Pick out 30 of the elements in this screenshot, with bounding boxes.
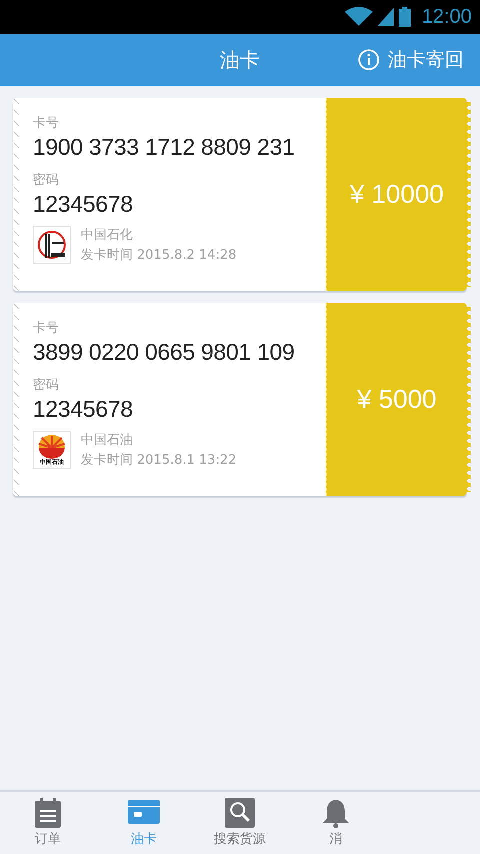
search-icon [225, 798, 255, 828]
card-amount: ¥ 10000 [350, 179, 444, 210]
card-amount: ¥ 5000 [357, 384, 437, 415]
info-icon [358, 49, 380, 71]
card-password: 12345678 [33, 396, 133, 423]
battery-icon [398, 7, 411, 27]
card-number: 3899 0220 0665 9801 109 [33, 339, 295, 366]
nav-tab[interactable]: 消 [288, 792, 384, 854]
card-password: 12345678 [33, 191, 133, 218]
nav-tab[interactable]: 油卡 [96, 792, 192, 854]
return-card-button[interactable]: 油卡寄回 [358, 34, 464, 86]
card-icon [128, 798, 160, 824]
issue-time: 发卡时间 2015.8.2 14:28 [81, 247, 237, 264]
card-number: 1900 3733 1712 8809 231 [33, 134, 295, 161]
password-label: 密码 [33, 172, 59, 189]
signal-icon [378, 7, 394, 27]
company-name: 中国石化 [81, 227, 133, 244]
issue-time: 发卡时间 2015.8.1 13:22 [81, 452, 237, 469]
company-name: 中国石油 [81, 432, 133, 449]
notepad-icon [35, 798, 61, 828]
wifi-icon [344, 7, 373, 27]
card-number-label: 卡号 [33, 320, 59, 337]
page-title: 油卡 [220, 46, 260, 74]
card-number-label: 卡号 [33, 115, 59, 132]
status-time: 12:00 [422, 6, 472, 28]
bell-icon [323, 798, 349, 828]
nav-tab[interactable]: 搜索货源 [192, 792, 288, 854]
password-label: 密码 [33, 377, 59, 394]
shell-logo-icon [36, 434, 68, 460]
nav-tab[interactable]: 订单 [0, 792, 96, 854]
